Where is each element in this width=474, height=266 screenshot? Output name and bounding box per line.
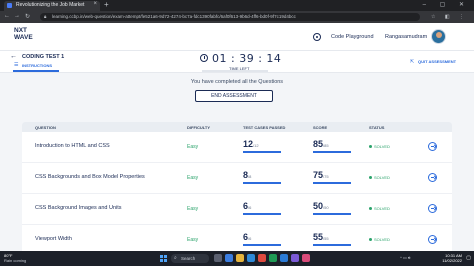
back-nav-icon[interactable]: ←: [4, 13, 10, 19]
test-cases-value: 8/8: [243, 170, 252, 180]
forward-nav-icon[interactable]: →: [14, 13, 20, 19]
vscode-icon[interactable]: [280, 254, 288, 262]
score-value: 50/50: [313, 201, 329, 211]
widgets-icon[interactable]: [225, 254, 233, 262]
score-progress: [313, 244, 351, 246]
chrome-icon[interactable]: [258, 254, 266, 262]
system-tray[interactable]: ^ ▭ 🔊︎: [400, 255, 410, 260]
avatar[interactable]: [431, 29, 446, 44]
score-value: 75/75: [313, 170, 329, 180]
header-score: SCORE: [313, 125, 328, 130]
test-cases-progress: [243, 244, 281, 246]
status-badge: SOLVED: [369, 206, 390, 211]
score-progress: [313, 213, 351, 215]
question-title[interactable]: CSS Backgrounds and Box Model Properties: [35, 174, 145, 180]
app-header: NXT WAVE Code Playground Rangasamudram: [0, 23, 474, 51]
time-left-underline: [202, 70, 268, 72]
header-question: QUESTION: [35, 125, 56, 130]
timer: 01 : 39 : 14: [212, 52, 282, 65]
taskbar-search[interactable]: ⌕ Search: [171, 254, 209, 263]
new-tab-button[interactable]: +: [104, 0, 109, 9]
test-cases-value: 6/6: [243, 201, 252, 211]
difficulty-label: Easy: [187, 206, 199, 212]
completed-message: You have completed all the Questions: [190, 79, 284, 85]
score-progress: [313, 151, 351, 153]
table-header: QUESTION DIFFICULTY TEST CASES PASSED SC…: [22, 122, 452, 132]
open-question-icon[interactable]: [428, 235, 437, 244]
browser-tab-bar: Revolutionizing the Job Market × + – ▢ ✕: [0, 0, 474, 11]
status-badge: SOLVED: [369, 144, 390, 149]
question-title[interactable]: Viewport Width: [35, 236, 72, 242]
table-row[interactable]: CSS Background Images and Units Easy 6/6…: [22, 194, 452, 225]
test-cases-value: 6/6: [243, 232, 252, 242]
extension-icons[interactable]: ☆ ◧ ⋮: [431, 14, 468, 20]
windows-taskbar: 80°F Rain coming ⌕ Search ^ ▭ 🔊︎ 10:31 A…: [0, 251, 474, 266]
code-playground-icon[interactable]: [313, 33, 321, 41]
main-content: You have completed all the Questions END…: [0, 73, 474, 256]
questions-table: QUESTION DIFFICULTY TEST CASES PASSED SC…: [22, 122, 452, 256]
user-name: Rangasamudram: [385, 34, 428, 40]
address-bar: ← → ↻ 🔒︎ learning.ccbp.in/web-question/e…: [0, 11, 474, 23]
instructions-underline: [13, 70, 59, 72]
table-row[interactable]: Introduction to HTML and CSS Easy 12/12 …: [22, 132, 452, 163]
store-icon[interactable]: [269, 254, 277, 262]
browser-tab[interactable]: Revolutionizing the Job Market ×: [4, 1, 100, 11]
windows-start-icon[interactable]: [160, 255, 167, 262]
lock-icon: 🔒︎: [44, 14, 47, 19]
score-value: 85/85: [313, 139, 329, 149]
test-cases-value: 12/12: [243, 139, 259, 149]
back-arrow-icon[interactable]: ←: [10, 53, 17, 60]
app-icon[interactable]: [302, 254, 310, 262]
quit-assessment-button[interactable]: QUIT ASSESSMENT: [418, 59, 456, 64]
instructions-tab[interactable]: INSTRUCTIONS: [22, 63, 52, 68]
difficulty-label: Easy: [187, 237, 199, 243]
score-value: 55/55: [313, 232, 329, 242]
tab-title: Revolutionizing the Job Market: [16, 2, 85, 8]
notification-icon[interactable]: ▢: [466, 255, 471, 261]
instructions-icon[interactable]: ☰: [14, 62, 18, 68]
search-icon: ⌕: [174, 255, 177, 261]
clock-icon: [200, 54, 208, 62]
question-title[interactable]: Introduction to HTML and CSS: [35, 143, 110, 149]
test-cases-progress: [243, 151, 281, 153]
url-text: learning.ccbp.in/web-question/exam-attem…: [52, 14, 296, 19]
test-cases-progress: [243, 182, 281, 184]
tab-close-icon[interactable]: ×: [93, 1, 97, 7]
task-view-icon[interactable]: [214, 254, 222, 262]
test-cases-progress: [243, 213, 281, 215]
status-badge: SOLVED: [369, 175, 390, 180]
open-question-icon[interactable]: [428, 204, 437, 213]
edge-icon[interactable]: [247, 254, 255, 262]
end-assessment-button[interactable]: END ASSESSMENT: [195, 90, 273, 102]
header-status: STATUS: [369, 125, 385, 130]
tab-favicon-icon: [7, 3, 12, 8]
test-title: CODING TEST 1: [22, 54, 65, 60]
window-controls[interactable]: – ▢ ✕: [423, 1, 470, 8]
taskbar-clock[interactable]: 10:31 AM 11/02/2022: [442, 253, 462, 263]
difficulty-label: Easy: [187, 175, 199, 181]
reload-icon[interactable]: ↻: [25, 13, 30, 20]
score-progress: [313, 182, 351, 184]
difficulty-label: Easy: [187, 144, 199, 150]
header-difficulty: DIFFICULTY: [187, 125, 211, 130]
quit-icon[interactable]: ⇱: [410, 59, 414, 65]
code-playground-link[interactable]: Code Playground: [331, 34, 374, 40]
nxtwave-logo[interactable]: NXT WAVE: [14, 27, 33, 41]
question-title[interactable]: CSS Background Images and Units: [35, 205, 122, 211]
app-icon[interactable]: [291, 254, 299, 262]
url-field[interactable]: 🔒︎ learning.ccbp.in/web-question/exam-at…: [40, 13, 420, 21]
weather-widget[interactable]: 80°F Rain coming: [4, 253, 26, 263]
test-bar: ← CODING TEST 1 ☰ INSTRUCTIONS 01 : 39 :…: [0, 51, 474, 73]
file-explorer-icon[interactable]: [236, 254, 244, 262]
header-test-cases: TEST CASES PASSED: [243, 125, 286, 130]
open-question-icon[interactable]: [428, 142, 437, 151]
open-question-icon[interactable]: [428, 173, 437, 182]
table-row[interactable]: CSS Backgrounds and Box Model Properties…: [22, 163, 452, 194]
status-badge: SOLVED: [369, 237, 390, 242]
